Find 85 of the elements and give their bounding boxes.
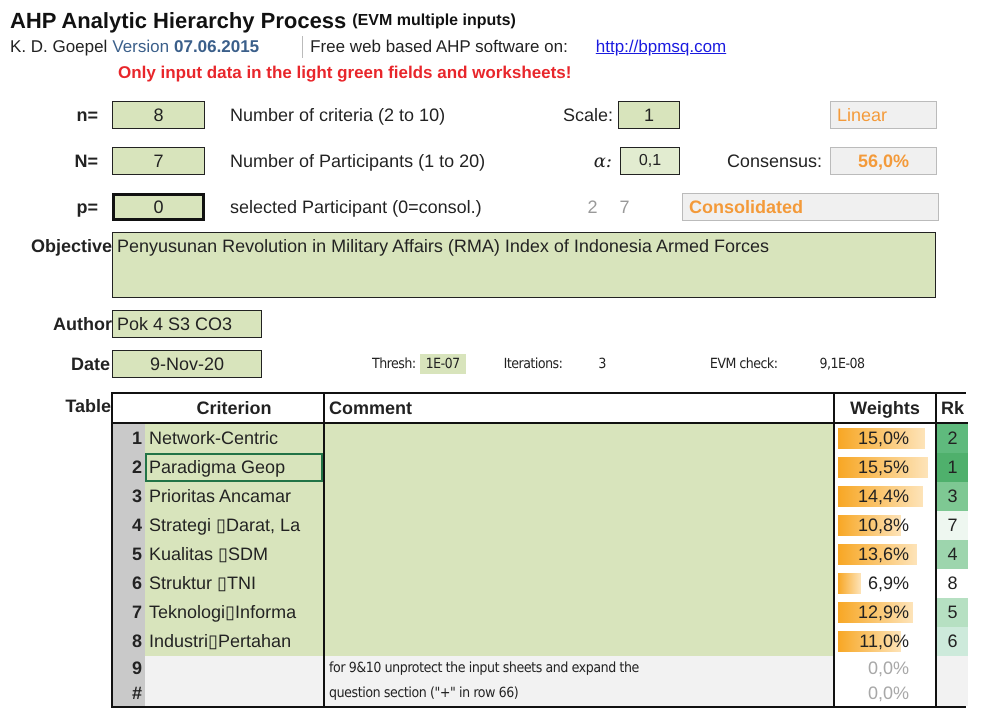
weight-value: 6,9%: [868, 573, 909, 593]
parameter-description: selected Participant (0=consol.): [230, 196, 483, 218]
weight-value: 14,4%: [858, 486, 909, 506]
participant-status: Consolidated: [682, 193, 939, 221]
parameter-field[interactable]: 0: [112, 193, 205, 221]
evm-check-value: 9,1E-08: [819, 356, 865, 372]
row-number: 1: [113, 424, 145, 453]
objective-field[interactable]: Penyusunan Revolution in Military Affairs (RMA) Index of Indonesia Armed Forces: [112, 232, 936, 298]
row-number: 9: [113, 656, 145, 681]
parameter-label: p=: [75, 196, 98, 218]
rank-cell: 8: [935, 569, 968, 598]
row-number: 2: [113, 453, 145, 482]
version-number: 07.06.2015: [174, 37, 260, 57]
rank-cell: 4: [935, 540, 968, 569]
consensus-label: Consensus:: [726, 150, 822, 172]
row-number: 4: [113, 511, 145, 540]
column-header: Comment: [323, 394, 833, 424]
evm-check-label: EVM check:: [710, 356, 778, 372]
criterion-cell[interactable]: Teknologi▯Informa: [145, 598, 323, 627]
objective-label: Objective: [30, 235, 112, 257]
scale-label: Scale:: [562, 104, 613, 126]
row-number: #: [113, 681, 145, 706]
thresh-label: Thresh:: [372, 356, 416, 372]
parameter-label: N=: [73, 150, 98, 172]
thresh-field[interactable]: 1E-07: [420, 354, 466, 374]
software-text: Free web based AHP software on:: [310, 37, 568, 57]
iterations-value: 3: [598, 356, 606, 372]
criterion-cell[interactable]: Prioritas Ancamar: [145, 482, 323, 511]
comment-cell[interactable]: [323, 424, 833, 453]
rank-cell: 1: [935, 453, 968, 482]
instruction-note: Only input data in the light green fields and worksheets!: [118, 62, 572, 84]
app-title: AHP Analytic Hierarchy Process: [10, 8, 346, 34]
weight-value: 10,8%: [858, 515, 909, 535]
parameter-field[interactable]: 8: [112, 101, 205, 129]
weight-value: 15,0%: [858, 428, 909, 448]
rank-cell: 2: [935, 424, 968, 453]
row-number: 5: [113, 540, 145, 569]
alpha-label: α:: [592, 150, 612, 172]
row-number: 7: [113, 598, 145, 627]
rank-cell: 3: [935, 482, 968, 511]
weight-value: 0,0%: [868, 658, 909, 678]
consensus-value: 56,0%: [830, 147, 937, 175]
row-number: 3: [113, 482, 145, 511]
app-subtitle: (EVM multiple inputs): [352, 12, 516, 30]
website-link[interactable]: http://bpmsq.com: [596, 37, 726, 57]
author-field[interactable]: Pok 4 S3 CO3: [112, 310, 262, 338]
comment-cell: question section ("+" in row 66): [323, 681, 833, 706]
comment-cell: for 9&10 unprotect the input sheets and expand the: [323, 656, 833, 681]
weight-value: 15,5%: [858, 457, 909, 477]
parameter-description: Number of criteria (2 to 10): [230, 104, 446, 126]
date-field[interactable]: 9-Nov-20: [112, 350, 262, 378]
criterion-cell[interactable]: Industri▯Pertahan: [145, 627, 323, 656]
criterion-cell[interactable]: Struktur ▯TNI: [145, 569, 323, 598]
column-header: Rk: [935, 394, 968, 424]
criterion-cell[interactable]: [145, 681, 323, 706]
rank-cell: 5: [935, 598, 968, 627]
alpha-field[interactable]: 0,1: [620, 147, 680, 175]
author-label: Author: [52, 314, 112, 334]
column-header: Weights: [833, 394, 935, 424]
rank-cell: 7: [935, 511, 968, 540]
iterations-label: Iterations:: [504, 356, 562, 372]
table-label: Table: [64, 395, 111, 418]
parameter-label: n=: [75, 104, 98, 126]
comment-cell[interactable]: [323, 627, 833, 656]
participant-count: 7: [618, 196, 630, 218]
weight-value: 12,9%: [858, 602, 909, 622]
row-number: 8: [113, 627, 145, 656]
participant-number: 2: [586, 196, 598, 218]
weight-value: 13,6%: [858, 544, 909, 564]
rank-cell: 6: [935, 627, 968, 656]
criterion-cell[interactable]: [145, 656, 323, 681]
row-number: 6: [113, 569, 145, 598]
author-name: K. D. Goepel: [10, 37, 108, 57]
parameter-description: Number of Participants (1 to 20): [230, 150, 486, 172]
weight-value: 0,0%: [868, 683, 909, 703]
criterion-cell[interactable]: Kualitas ▯SDM: [145, 540, 323, 569]
criterion-cell[interactable]: Strategi ▯Darat, La: [145, 511, 323, 540]
parameter-field[interactable]: 7: [112, 147, 205, 175]
criterion-cell[interactable]: Paradigma Geop: [145, 453, 323, 482]
weight-value: 11,0%: [859, 631, 909, 651]
scale-name: Linear: [830, 101, 937, 129]
scale-field[interactable]: 1: [618, 101, 680, 129]
version-label: Version: [112, 37, 170, 57]
date-label: Date: [70, 354, 110, 374]
criterion-cell[interactable]: Network-Centric: [145, 424, 323, 453]
